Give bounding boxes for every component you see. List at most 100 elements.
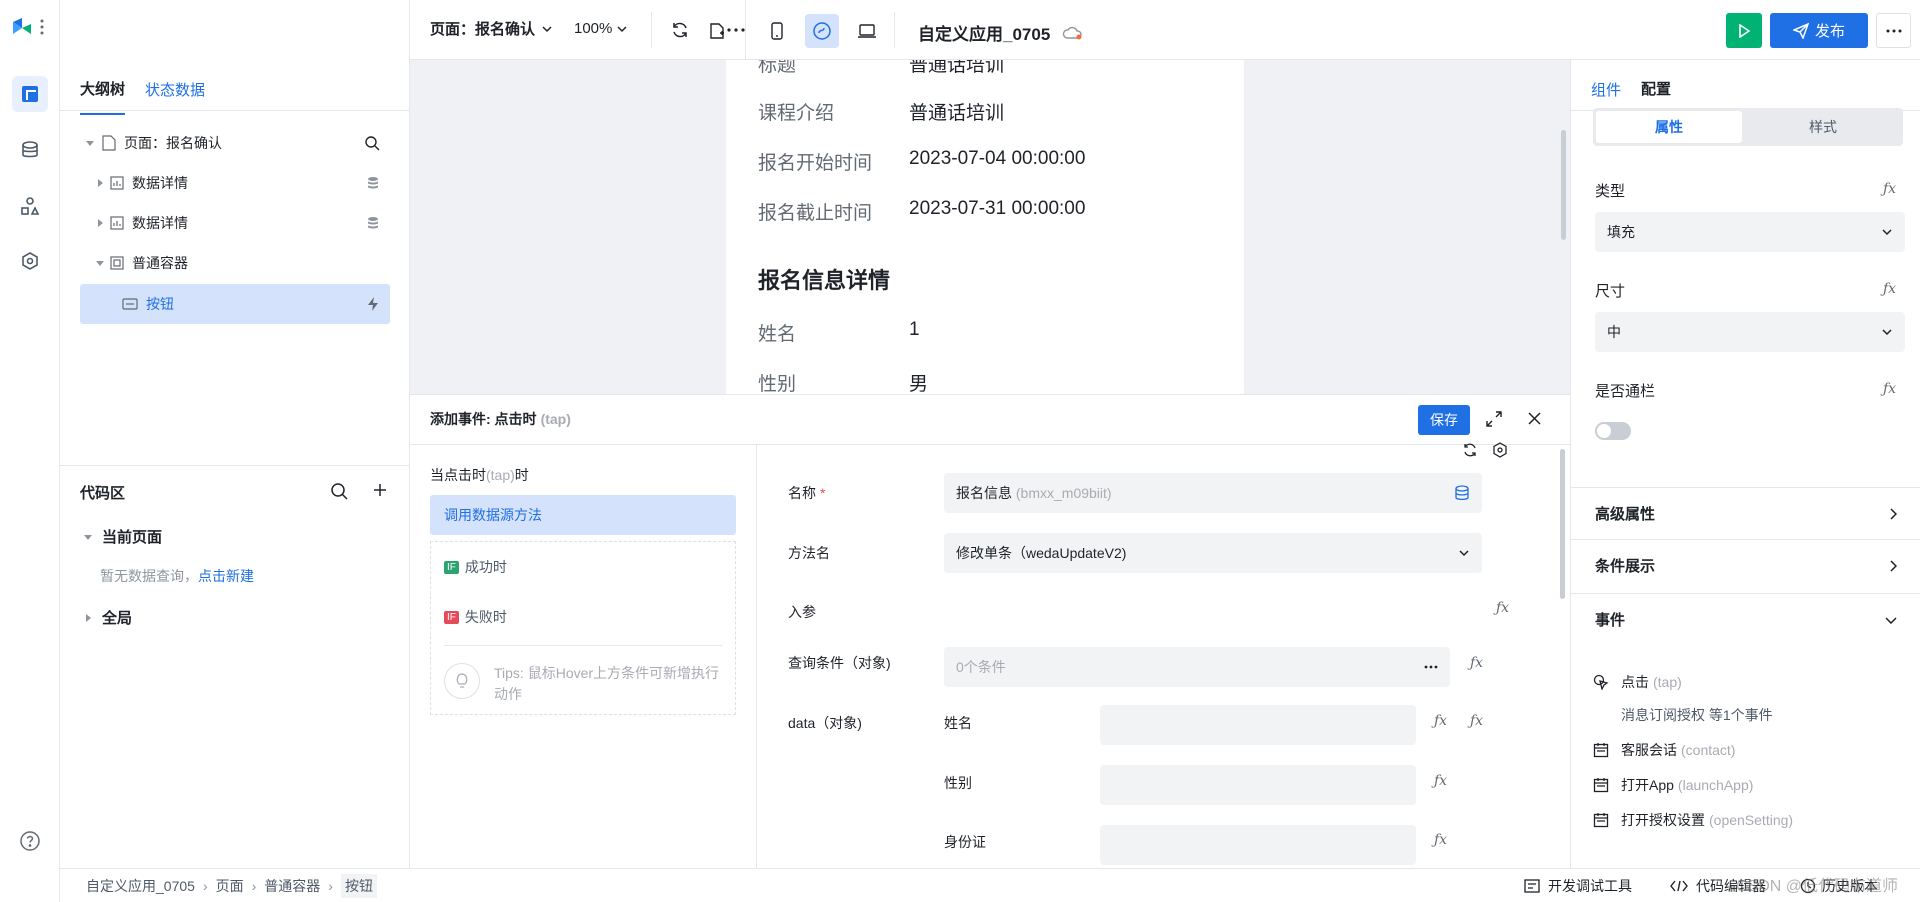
tree-item-data-detail[interactable]: 数据详情 xyxy=(80,163,390,203)
toggle-knob xyxy=(1597,424,1611,438)
more-horizontal-icon[interactable] xyxy=(726,28,746,32)
name-label: 名称 * xyxy=(788,483,825,503)
formula-icon[interactable]: ƒx xyxy=(1496,600,1509,616)
fail-branch[interactable]: IF 失败时 xyxy=(444,607,507,627)
formula-icon[interactable]: ƒx xyxy=(1434,713,1447,729)
divider xyxy=(410,444,1570,445)
event-item-opensetting[interactable]: 打开授权设置 (openSetting) xyxy=(1593,810,1793,830)
type-select[interactable]: 填充 xyxy=(1595,212,1905,252)
tab-state-data[interactable]: 状态数据 xyxy=(145,79,205,114)
app-logo-icon[interactable] xyxy=(10,16,34,40)
tree-item-container[interactable]: 普通容器 xyxy=(80,243,390,283)
breadcrumb-item[interactable]: 自定义应用_0705 xyxy=(86,876,195,896)
refresh-icon[interactable] xyxy=(670,20,690,40)
type-label: 类型 xyxy=(1595,183,1626,200)
database-icon[interactable] xyxy=(12,132,48,168)
tree-item-button[interactable]: 按钮 xyxy=(80,284,390,324)
search-icon[interactable] xyxy=(364,135,380,151)
form-scrollbar[interactable] xyxy=(1560,449,1565,599)
divider xyxy=(60,465,410,466)
formula-icon[interactable]: ƒx xyxy=(1470,655,1483,671)
event-item-tap[interactable]: 点击 (tap) xyxy=(1593,672,1682,692)
formula-icon[interactable]: ƒx xyxy=(1883,281,1896,297)
zoom-select[interactable]: 100% xyxy=(574,20,628,37)
tree-item-data-detail[interactable]: 数据详情 xyxy=(80,203,390,243)
seg-styles[interactable]: 样式 xyxy=(1750,111,1896,143)
add-icon[interactable] xyxy=(372,482,388,498)
event-item-contact[interactable]: 客服会话 (contact) xyxy=(1593,740,1735,760)
refresh-icon[interactable] xyxy=(1462,442,1478,458)
data-field-input[interactable] xyxy=(1100,825,1416,865)
run-button[interactable] xyxy=(1726,13,1762,48)
current-page-section[interactable]: 当前页面 xyxy=(84,526,162,547)
formula-icon[interactable]: ƒx xyxy=(1883,181,1896,197)
debug-tool-button[interactable]: 开发调试工具 xyxy=(1524,876,1632,896)
more-menu-button[interactable] xyxy=(1876,13,1911,48)
help-icon[interactable] xyxy=(12,823,48,859)
trigger-tag: (tap) xyxy=(486,467,515,483)
segmented-control: 属性 样式 xyxy=(1593,108,1903,146)
chevron-right-icon: › xyxy=(202,877,208,894)
more-horizontal-icon[interactable] xyxy=(1424,665,1438,669)
empty-query-text: 暂无数据查询， 点击新建 xyxy=(100,566,254,586)
new-query-link[interactable]: 点击新建 xyxy=(198,566,254,586)
canvas-scrollbar[interactable] xyxy=(1561,130,1566,240)
search-icon[interactable] xyxy=(330,482,348,500)
trigger-suffix: 时 xyxy=(514,467,529,483)
events-section[interactable]: 事件 xyxy=(1571,593,1920,645)
advanced-section[interactable]: 高级属性 xyxy=(1571,487,1920,539)
page-selector[interactable]: 页面：报名确认 xyxy=(430,18,553,39)
event-item-launchapp[interactable]: 打开App (launchApp) xyxy=(1593,775,1753,795)
name-field[interactable]: 报名信息 (bmxx_m09biit) xyxy=(944,473,1482,513)
data-label: data（对象) xyxy=(788,715,862,731)
miniprogram-view-icon[interactable] xyxy=(805,14,839,48)
empty-text: 暂无数据查询， xyxy=(100,568,198,584)
database-icon[interactable] xyxy=(1454,485,1470,501)
settings-icon[interactable] xyxy=(1492,442,1508,458)
detail-value: 男 xyxy=(909,374,929,394)
close-icon[interactable] xyxy=(1528,412,1541,425)
breadcrumb-item[interactable]: 页面 xyxy=(216,876,244,896)
formula-icon[interactable]: ƒx xyxy=(1883,381,1896,397)
right-panel: 组件 配置 属性 样式 类型 ƒx 填充 尺寸 ƒx 中 是否通栏 ƒx 高级属… xyxy=(1570,60,1920,868)
method-select[interactable]: 修改单条（wedaUpdateV2) xyxy=(944,533,1482,573)
formula-icon[interactable]: ƒx xyxy=(1434,832,1447,848)
formula-icon[interactable]: ƒx xyxy=(1434,773,1447,789)
more-vertical-icon[interactable] xyxy=(40,18,44,36)
query-field[interactable]: 0个条件 xyxy=(944,647,1450,687)
tap-icon xyxy=(1593,674,1609,690)
global-section[interactable]: 全局 xyxy=(84,607,132,628)
size-select[interactable]: 中 xyxy=(1595,312,1905,352)
settings-hex-icon[interactable] xyxy=(12,243,48,279)
components-icon[interactable] xyxy=(12,188,48,224)
breadcrumb-item[interactable]: 普通容器 xyxy=(264,876,320,896)
breadcrumb-item[interactable]: 按钮 xyxy=(340,873,377,898)
page-selector-label: 页面：报名确认 xyxy=(430,21,536,38)
code-area-title: 代码区 xyxy=(80,485,126,502)
if-badge: IF xyxy=(444,560,459,574)
banner-toggle[interactable] xyxy=(1595,422,1631,440)
publish-button[interactable]: 发布 xyxy=(1770,13,1868,48)
formula-icon[interactable]: ƒx xyxy=(1470,713,1483,729)
action-datasource-method[interactable]: 调用数据源方法 xyxy=(430,495,736,535)
seg-properties[interactable]: 属性 xyxy=(1596,111,1742,143)
conditional-section[interactable]: 条件展示 xyxy=(1571,539,1920,591)
tree-item-page[interactable]: 页面：报名确认 xyxy=(80,123,390,163)
expand-icon[interactable] xyxy=(1486,411,1502,427)
save-button[interactable]: 保存 xyxy=(1418,405,1470,435)
event-subscription-link[interactable]: 消息订阅授权 等1个事件 xyxy=(1621,705,1773,725)
outline-nav-icon[interactable] xyxy=(12,76,48,112)
desktop-view-icon[interactable] xyxy=(850,14,884,48)
left-panel: 大纲树 状态数据 页面：报名确认 数据详情 数据详情 普通容器 按钮 代码区 当… xyxy=(60,0,410,868)
mobile-view-icon[interactable] xyxy=(760,14,794,48)
detail-label: 课程介绍 xyxy=(758,103,835,124)
data-field-input[interactable] xyxy=(1100,765,1416,805)
success-label: 成功时 xyxy=(464,559,507,575)
event-panel-title: 添加事件: 点击时 (tap) xyxy=(430,409,571,429)
event-tag: (launchApp) xyxy=(1677,777,1754,793)
name-label-text: 名称 xyxy=(788,485,816,501)
lightning-icon[interactable] xyxy=(366,296,380,312)
success-branch[interactable]: IF 成功时 xyxy=(444,557,507,577)
data-field-input[interactable] xyxy=(1100,705,1416,745)
app-title-text: 自定义应用_0705 xyxy=(918,25,1051,44)
